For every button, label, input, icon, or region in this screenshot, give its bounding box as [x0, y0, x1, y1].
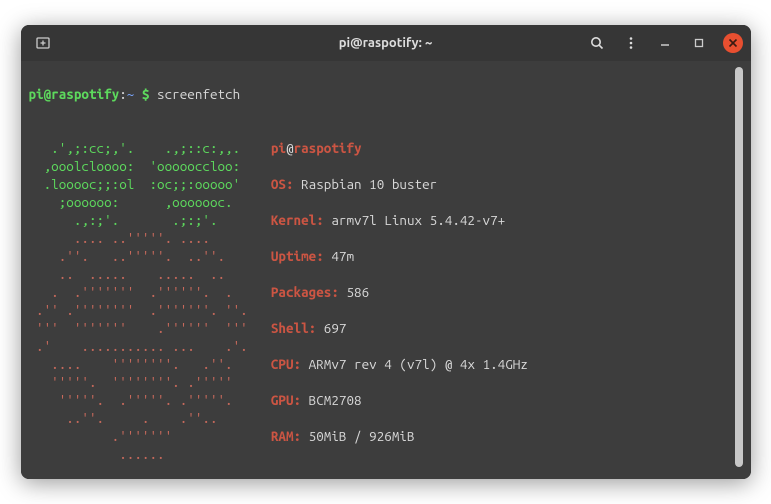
os-value: Raspbian 10 buster	[294, 176, 438, 192]
ascii-art: .',;:cc;,'. .,;::c:,,. ,ooolcloooo: 'ooo…	[29, 121, 263, 463]
maximize-button[interactable]	[689, 33, 709, 53]
info-user: pi	[271, 140, 286, 156]
new-tab-icon	[35, 35, 51, 51]
scrollbar[interactable]	[735, 67, 743, 467]
ram-label: RAM:	[271, 428, 301, 444]
gpu-label: GPU:	[271, 392, 301, 408]
search-icon	[589, 35, 605, 51]
kernel-label: Kernel:	[271, 212, 324, 228]
close-button[interactable]	[723, 33, 743, 53]
screenfetch-output: .',;:cc;,'. .,;::c:,,. ,ooolcloooo: 'ooo…	[29, 121, 731, 463]
titlebar: pi@raspotify: ~	[21, 25, 751, 61]
kernel-value: armv7l Linux 5.4.42-v7+	[324, 212, 505, 228]
packages-value: 586	[339, 284, 369, 300]
ram-value: 50MiB / 926MiB	[301, 428, 414, 444]
os-label: OS:	[271, 176, 294, 192]
packages-label: Packages:	[271, 284, 339, 300]
uptime-value: 47m	[324, 248, 354, 264]
maximize-icon	[693, 37, 705, 49]
search-button[interactable]	[587, 33, 607, 53]
new-tab-button[interactable]	[29, 29, 57, 57]
system-info: pi@raspotify OS: Raspbian 10 buster Kern…	[271, 121, 528, 463]
shell-label: Shell:	[271, 320, 316, 336]
minimize-icon	[659, 37, 671, 49]
cpu-label: CPU:	[271, 356, 301, 372]
uptime-label: Uptime:	[271, 248, 324, 264]
minimize-button[interactable]	[655, 33, 675, 53]
terminal-body[interactable]: pi@raspotify:~ $ screenfetch .',;:cc;,'.…	[21, 61, 751, 479]
terminal-window: pi@raspotify: ~	[21, 25, 751, 479]
cpu-value: ARMv7 rev 4 (v7l) @ 4x 1.4GHz	[301, 356, 528, 372]
menu-button[interactable]	[621, 33, 641, 53]
prompt-line-1: pi@raspotify:~ $ screenfetch	[29, 85, 731, 103]
info-host: raspotify	[294, 140, 362, 156]
kebab-menu-icon	[624, 36, 638, 50]
close-icon	[728, 38, 738, 48]
shell-value: 697	[316, 320, 346, 336]
gpu-value: BCM2708	[301, 392, 361, 408]
command-text: screenfetch	[157, 86, 240, 102]
